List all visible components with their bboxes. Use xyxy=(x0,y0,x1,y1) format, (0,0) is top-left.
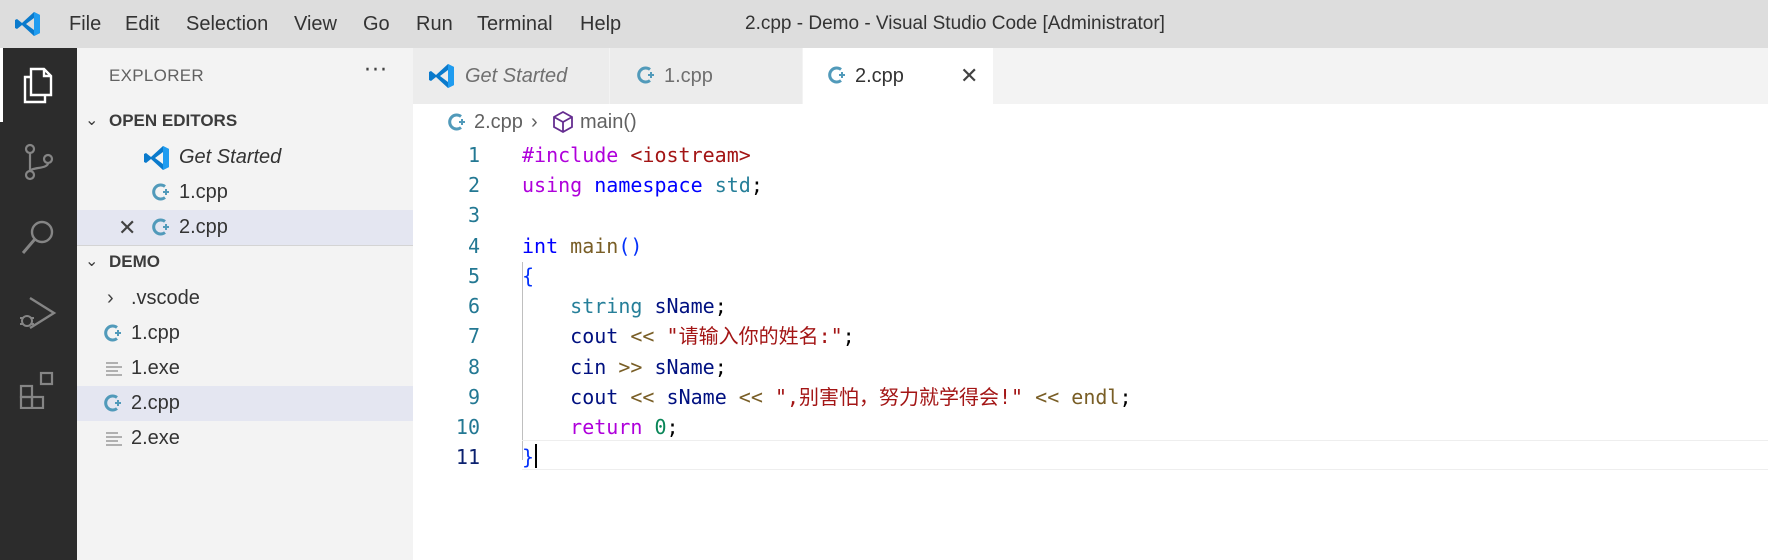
vscode-logo-icon xyxy=(429,64,454,88)
line-number: 4 xyxy=(467,234,480,258)
code-line-7: cout << "请输入你的姓名:"; xyxy=(570,324,855,348)
code-line-6: string sName; xyxy=(570,294,727,318)
demo-folder-header[interactable]: ⌄ DEMO xyxy=(77,246,413,278)
cpp-file-icon xyxy=(152,218,169,236)
cpp-file-icon xyxy=(448,113,465,131)
activity-source-control[interactable] xyxy=(0,124,77,198)
code-line-8: cin >> sName; xyxy=(570,355,727,379)
cpp-file-icon xyxy=(828,66,845,84)
source-control-icon xyxy=(24,143,54,181)
breadcrumb-file[interactable]: 2.cpp xyxy=(474,104,523,140)
demo-folder-label: DEMO xyxy=(109,252,160,271)
cpp-file-icon xyxy=(152,183,169,201)
tab-label: 2.cpp xyxy=(855,65,904,87)
cpp-file-icon xyxy=(637,66,654,84)
tree-item-label: 2.exe xyxy=(131,427,180,449)
tree-item-label: 2.cpp xyxy=(131,392,180,414)
tree-item-2exe[interactable]: 2.exe xyxy=(77,421,413,456)
line-number: 9 xyxy=(467,385,480,409)
chevron-down-icon: ⌄ xyxy=(85,112,99,129)
current-line-highlight xyxy=(522,440,1768,470)
line-number-current: 11 xyxy=(455,445,480,469)
tree-item-label: 1.exe xyxy=(131,357,180,379)
menu-file[interactable]: File xyxy=(69,0,101,48)
code-line-5: { xyxy=(522,264,535,288)
menu-terminal[interactable]: Terminal xyxy=(477,0,553,48)
file-lines-icon xyxy=(106,362,122,376)
open-editors-label: OPEN EDITORS xyxy=(109,111,238,130)
menu-help[interactable]: Help xyxy=(580,0,621,48)
menu-run[interactable]: Run xyxy=(416,0,453,48)
tree-item-vscode[interactable]: › .vscode xyxy=(77,281,413,316)
tree-item-label: .vscode xyxy=(131,287,200,309)
open-editor-get-started[interactable]: Get Started xyxy=(77,140,413,175)
tree-item-label: 1.cpp xyxy=(131,322,180,344)
line-number: 6 xyxy=(467,294,480,318)
code-line-10: return 0; xyxy=(570,415,679,439)
chevron-right-icon: › xyxy=(531,111,538,133)
line-number: 5 xyxy=(467,264,480,288)
breadcrumb-symbol[interactable]: main() xyxy=(580,104,637,140)
code-line-9: cout << sName << ",别害怕，努力就学得会!" << endl; xyxy=(570,385,1132,409)
code-line-4: int main() xyxy=(522,234,643,258)
open-editor-1cpp[interactable]: 1.cpp xyxy=(77,175,413,210)
activity-explorer[interactable] xyxy=(0,48,77,122)
breadcrumb: 2.cpp › main() xyxy=(413,104,1768,140)
line-number: 10 xyxy=(455,415,480,439)
run-debug-icon xyxy=(20,296,57,330)
code-editor[interactable]: 1 2 3 4 5 6 7 8 9 10 11 #include <iostre… xyxy=(413,140,1768,560)
editor-tabs: Get Started 1.cpp 2.cpp ✕ xyxy=(413,48,1768,104)
code-line-1: #include <iostream> xyxy=(522,143,751,167)
cpp-file-icon xyxy=(104,324,121,342)
line-number: 1 xyxy=(467,143,480,167)
file-lines-icon xyxy=(106,432,122,446)
code-line-11: } xyxy=(522,445,535,469)
close-icon[interactable]: ✕ xyxy=(960,48,978,104)
title-bar: File Edit Selection View Go Run Terminal… xyxy=(0,0,1768,48)
close-icon[interactable]: ✕ xyxy=(118,210,136,245)
tree-item-2cpp[interactable]: 2.cpp xyxy=(77,386,413,421)
open-editor-label: 1.cpp xyxy=(179,181,228,203)
explorer-sidebar: EXPLORER ··· ⌄ OPEN EDITORS Get Started … xyxy=(77,48,413,560)
code-line-2: using namespace std; xyxy=(522,173,763,197)
tab-2cpp[interactable]: 2.cpp ✕ xyxy=(803,48,993,104)
line-number: 7 xyxy=(467,324,480,348)
window-title: 2.cpp - Demo - Visual Studio Code [Admin… xyxy=(745,13,1165,34)
search-icon xyxy=(21,220,54,254)
method-cube-icon xyxy=(553,110,573,134)
chevron-right-icon: › xyxy=(107,287,114,309)
open-editor-2cpp[interactable]: ✕ 2.cpp xyxy=(77,210,413,245)
menu-view[interactable]: View xyxy=(294,0,337,48)
tab-get-started[interactable]: Get Started xyxy=(413,48,609,104)
open-editor-label: Get Started xyxy=(179,146,282,168)
vscode-logo-icon xyxy=(15,12,40,36)
chevron-down-icon: ⌄ xyxy=(85,253,99,270)
extensions-icon xyxy=(19,371,54,409)
line-number: 8 xyxy=(467,355,480,379)
activity-extensions[interactable] xyxy=(0,352,77,426)
activity-bar xyxy=(0,48,77,560)
menu-selection[interactable]: Selection xyxy=(186,0,268,48)
cpp-file-icon xyxy=(104,394,121,412)
text-cursor xyxy=(535,444,537,468)
tree-item-1cpp[interactable]: 1.cpp xyxy=(77,316,413,351)
activity-search[interactable] xyxy=(0,200,77,274)
open-editors-header[interactable]: ⌄ OPEN EDITORS xyxy=(77,105,413,137)
vscode-logo-icon xyxy=(144,146,169,170)
activity-run-debug[interactable] xyxy=(0,276,77,350)
line-number: 3 xyxy=(467,203,480,227)
explorer-title: EXPLORER xyxy=(109,66,204,85)
more-actions-icon[interactable]: ··· xyxy=(364,58,388,83)
tree-item-1exe[interactable]: 1.exe xyxy=(77,351,413,386)
tab-label: Get Started xyxy=(465,65,568,87)
files-icon xyxy=(23,67,53,104)
tab-1cpp[interactable]: 1.cpp xyxy=(610,48,802,104)
line-number: 2 xyxy=(467,173,480,197)
open-editor-label: 2.cpp xyxy=(179,216,228,238)
tab-label: 1.cpp xyxy=(664,65,713,87)
menu-edit[interactable]: Edit xyxy=(125,0,159,48)
menu-go[interactable]: Go xyxy=(363,0,390,48)
